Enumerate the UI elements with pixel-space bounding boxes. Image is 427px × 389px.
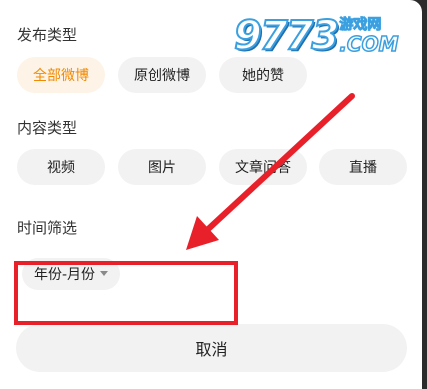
option-article-qa[interactable]: 文章问答 [219, 149, 307, 185]
option-image[interactable]: 图片 [118, 149, 206, 185]
watermark-logo: 9773 游戏网 .COM [233, 8, 412, 64]
publish-type-title: 发布类型 [17, 26, 78, 44]
option-live[interactable]: 直播 [319, 149, 407, 185]
watermark-number: 9773 [233, 12, 340, 60]
content-type-title: 内容类型 [17, 119, 78, 137]
annotation-highlight-box [14, 261, 238, 325]
time-filter-title: 时间筛选 [17, 219, 78, 237]
option-all-weibo[interactable]: 全部微博 [17, 57, 105, 93]
option-video[interactable]: 视频 [17, 149, 105, 185]
cancel-button[interactable]: 取消 [16, 324, 407, 372]
watermark-com-text: .COM [339, 32, 400, 56]
watermark-cn-text: 游戏网 [339, 17, 382, 34]
option-original-weibo[interactable]: 原创微博 [118, 57, 206, 93]
